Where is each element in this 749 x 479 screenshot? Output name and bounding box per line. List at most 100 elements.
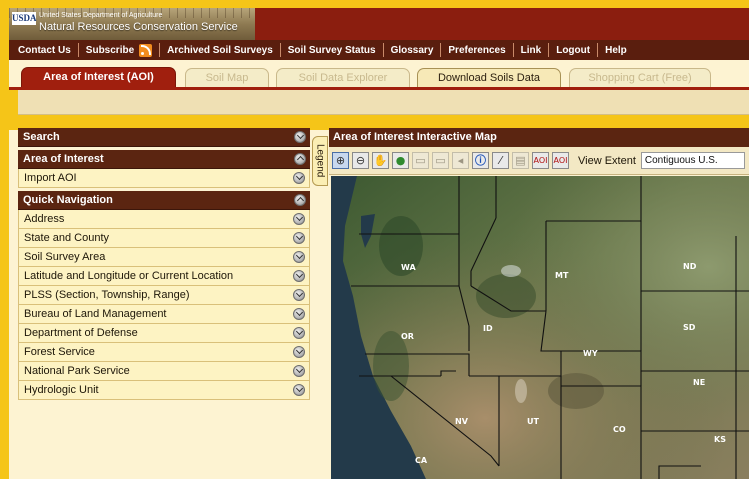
expand-chevron-icon[interactable] bbox=[293, 172, 305, 184]
expand-chevron-icon[interactable] bbox=[293, 346, 305, 358]
search-section-header[interactable]: Search bbox=[18, 128, 310, 147]
expand-chevron-icon[interactable] bbox=[293, 365, 305, 377]
rss-icon[interactable] bbox=[139, 43, 153, 57]
list-item-national-park-service[interactable]: National Park Service bbox=[18, 362, 310, 381]
map-panel-title: Area of Interest Interactive Map bbox=[329, 128, 749, 147]
tab-soil-map[interactable]: Soil Map bbox=[185, 68, 269, 87]
state-label-wa: WA bbox=[401, 263, 416, 272]
view-extent-select[interactable]: Contiguous U.S. bbox=[640, 152, 745, 169]
full-extent-globe-icon[interactable]: ● bbox=[392, 152, 409, 169]
sub-bar-inner bbox=[18, 90, 749, 115]
nav-archived-soil-surveys[interactable]: Archived Soil Surveys bbox=[160, 43, 281, 57]
define-aoi-polygon-icon[interactable]: AOI bbox=[552, 152, 569, 169]
tab-download-soils-data[interactable]: Download Soils Data bbox=[417, 68, 561, 87]
list-item-label: Department of Defense bbox=[24, 327, 138, 339]
list-item-soil-survey-area[interactable]: Soil Survey Area bbox=[18, 248, 310, 267]
department-name: United States Department of Agriculture bbox=[39, 12, 163, 19]
tab-area-of-interest[interactable]: Area of Interest (AOI) bbox=[21, 67, 176, 88]
search-section-title: Search bbox=[23, 131, 60, 143]
pan-hand-icon[interactable]: ✋ bbox=[372, 152, 389, 169]
nav-status-label: Soil Survey Status bbox=[287, 44, 376, 56]
list-item-label: Latitude and Longitude or Current Locati… bbox=[24, 270, 234, 282]
list-item-forest-service[interactable]: Forest Service bbox=[18, 343, 310, 362]
list-item-dod[interactable]: Department of Defense bbox=[18, 324, 310, 343]
zoom-in-icon[interactable]: ⊕ bbox=[332, 152, 349, 169]
agency-name: Natural Resources Conservation Service bbox=[39, 21, 238, 33]
map-toolbar: ⊕ ⊖ ✋ ● ▭ ▭ ◂ ⓘ ⁄ ▤ AOI AOI View Extent … bbox=[329, 147, 749, 175]
nav-soil-survey-status[interactable]: Soil Survey Status bbox=[281, 43, 384, 57]
previous-extent-icon[interactable]: ▭ bbox=[412, 152, 429, 169]
list-item-label: Hydrologic Unit bbox=[24, 384, 99, 396]
collapse-chevron-icon[interactable] bbox=[294, 194, 306, 206]
expand-chevron-icon[interactable] bbox=[293, 251, 305, 263]
tab-shopping-cart[interactable]: Shopping Cart (Free) bbox=[569, 68, 711, 87]
nav-preferences[interactable]: Preferences bbox=[441, 43, 514, 57]
state-label-sd: SD bbox=[683, 323, 696, 332]
state-label-ne: NE bbox=[693, 378, 705, 387]
map-canvas[interactable]: WA MT ND OR ID SD WY NE NV UT CO KS CA bbox=[331, 176, 749, 479]
identify-info-icon[interactable]: ⓘ bbox=[472, 152, 489, 169]
nav-help[interactable]: Help bbox=[598, 43, 634, 57]
view-extent-label: View Extent bbox=[578, 154, 636, 167]
expand-chevron-icon[interactable] bbox=[294, 131, 306, 143]
list-item-label: National Park Service bbox=[24, 365, 130, 377]
state-label-nv: NV bbox=[455, 417, 469, 426]
aoi-section-title: Area of Interest bbox=[23, 153, 104, 165]
app-frame: USDA United States Department of Agricul… bbox=[9, 8, 749, 479]
state-label-nd: ND bbox=[683, 262, 697, 271]
state-label-co: CO bbox=[613, 425, 626, 434]
left-panel: Search Area of Interest Import AOI Quick… bbox=[18, 128, 310, 479]
legend-tab-label: Legend bbox=[314, 144, 326, 178]
top-navigation: Contact Us Subscribe Archived Soil Surve… bbox=[9, 40, 749, 60]
nav-link[interactable]: Link bbox=[514, 43, 550, 57]
list-item-lat-long[interactable]: Latitude and Longitude or Current Locati… bbox=[18, 267, 310, 286]
nav-contact-us-label: Contact Us bbox=[18, 44, 71, 56]
nav-glossary[interactable]: Glossary bbox=[384, 43, 442, 57]
measure-ruler-icon[interactable]: ⁄ bbox=[492, 152, 509, 169]
interactive-map[interactable]: WA MT ND OR ID SD WY NE NV UT CO KS CA bbox=[331, 176, 749, 479]
list-item-label: State and County bbox=[24, 232, 110, 244]
nav-link-label: Link bbox=[520, 44, 542, 56]
nav-help-label: Help bbox=[605, 44, 627, 56]
list-item-import-aoi[interactable]: Import AOI bbox=[18, 169, 310, 188]
list-item-label: Forest Service bbox=[24, 346, 95, 358]
zoom-out-icon[interactable]: ⊖ bbox=[352, 152, 369, 169]
aoi-section-header[interactable]: Area of Interest bbox=[18, 150, 310, 169]
expand-chevron-icon[interactable] bbox=[293, 270, 305, 282]
expand-chevron-icon[interactable] bbox=[293, 289, 305, 301]
legend-toggle-tab[interactable]: Legend bbox=[312, 136, 328, 186]
expand-chevron-icon[interactable] bbox=[293, 384, 305, 396]
nav-subscribe-label: Subscribe bbox=[85, 44, 135, 56]
collapse-chevron-icon[interactable] bbox=[294, 153, 306, 165]
list-item-address[interactable]: Address bbox=[18, 210, 310, 229]
define-aoi-rectangle-icon[interactable]: AOI bbox=[532, 152, 549, 169]
list-item-state-county[interactable]: State and County bbox=[18, 229, 310, 248]
state-label-ks: KS bbox=[714, 435, 726, 444]
print-icon[interactable]: ▤ bbox=[512, 152, 529, 169]
list-item-plss[interactable]: PLSS (Section, Township, Range) bbox=[18, 286, 310, 305]
list-item-label: Address bbox=[24, 213, 65, 225]
next-extent-icon[interactable]: ▭ bbox=[432, 152, 449, 169]
quick-nav-section-title: Quick Navigation bbox=[23, 194, 113, 206]
tab-soil-data-explorer[interactable]: Soil Data Explorer bbox=[276, 68, 410, 87]
state-label-or: OR bbox=[401, 332, 414, 341]
list-item-hydrologic-unit[interactable]: Hydrologic Unit bbox=[18, 381, 310, 400]
quick-nav-section-header[interactable]: Quick Navigation bbox=[18, 191, 310, 210]
sub-bar bbox=[9, 90, 749, 130]
list-item-label: Soil Survey Area bbox=[24, 251, 106, 263]
expand-chevron-icon[interactable] bbox=[293, 308, 305, 320]
list-item-label: Bureau of Land Management bbox=[24, 308, 167, 320]
expand-chevron-icon[interactable] bbox=[293, 232, 305, 244]
nav-preferences-label: Preferences bbox=[448, 44, 506, 56]
expand-chevron-icon[interactable] bbox=[293, 213, 305, 225]
nav-contact-us[interactable]: Contact Us bbox=[11, 43, 79, 57]
back-arrow-icon[interactable]: ◂ bbox=[452, 152, 469, 169]
nav-archived-label: Archived Soil Surveys bbox=[167, 44, 273, 56]
nav-logout[interactable]: Logout bbox=[549, 43, 599, 57]
nav-logout-label: Logout bbox=[556, 44, 591, 56]
expand-chevron-icon[interactable] bbox=[293, 327, 305, 339]
nav-subscribe[interactable]: Subscribe bbox=[79, 43, 161, 57]
list-item-blm[interactable]: Bureau of Land Management bbox=[18, 305, 310, 324]
state-label-mt: MT bbox=[555, 271, 569, 280]
nrcs-logo[interactable]: USDA United States Department of Agricul… bbox=[9, 8, 255, 40]
